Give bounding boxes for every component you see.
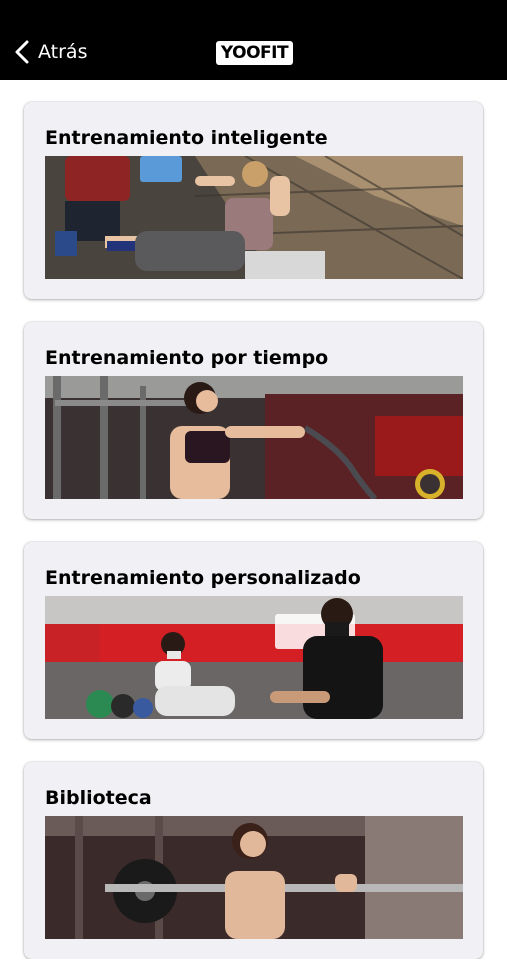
top-bar: Atrás YOOFIT [0, 0, 507, 80]
yoofit-logo: YOOFIT [216, 41, 293, 65]
card-image-timed-training [45, 376, 463, 499]
chevron-left-icon [15, 40, 29, 64]
card-entrenamiento-inteligente[interactable]: Entrenamiento inteligente [24, 102, 483, 299]
back-label: Atrás [38, 41, 88, 63]
back-button[interactable]: Atrás [14, 34, 87, 70]
card-image-library [45, 816, 463, 939]
card-title: Entrenamiento por tiempo [45, 347, 329, 369]
card-image-smart-training [45, 156, 463, 279]
card-entrenamiento-por-tiempo[interactable]: Entrenamiento por tiempo [24, 322, 483, 519]
card-title: Biblioteca [45, 787, 152, 809]
card-biblioteca[interactable]: Biblioteca [24, 762, 483, 959]
card-title: Entrenamiento inteligente [45, 127, 328, 149]
card-entrenamiento-personalizado[interactable]: Entrenamiento personalizado [24, 542, 483, 739]
card-title: Entrenamiento personalizado [45, 567, 361, 589]
card-image-personal-training [45, 596, 463, 719]
